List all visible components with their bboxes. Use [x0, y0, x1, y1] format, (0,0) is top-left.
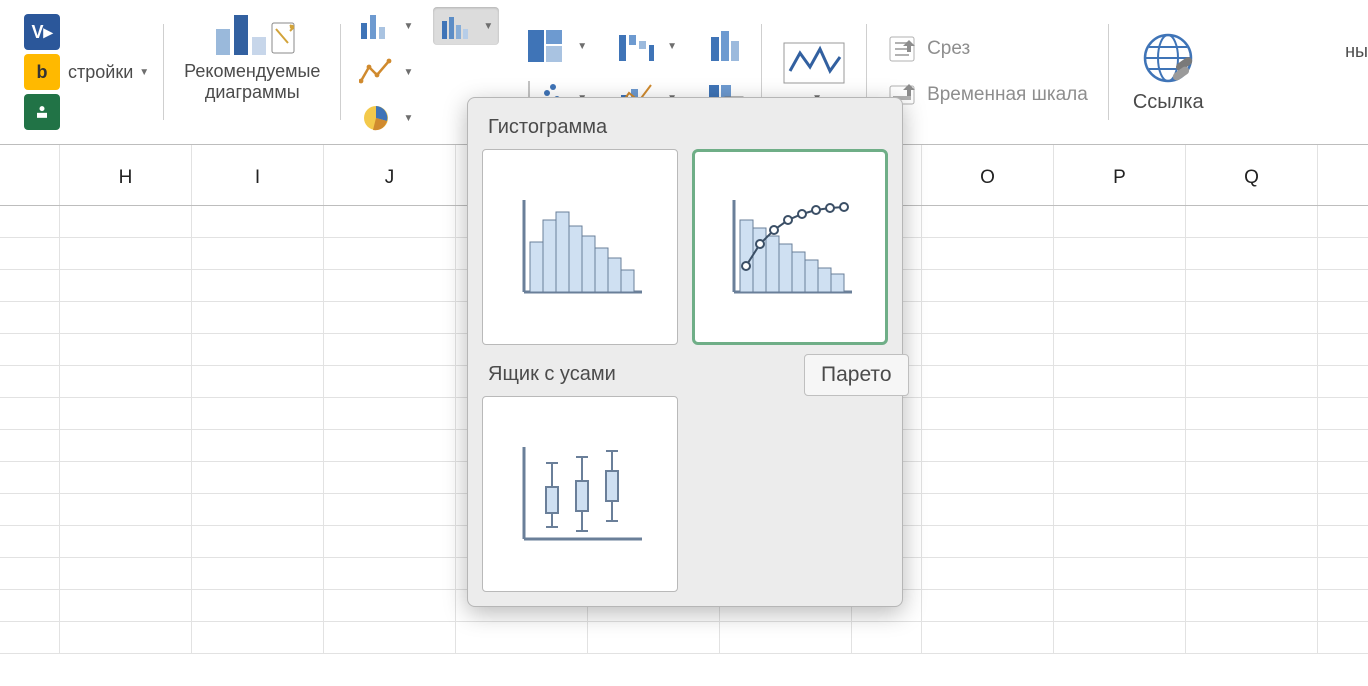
slicer-label: Срез	[927, 38, 970, 60]
statistic-chart-button[interactable]: ▼	[433, 7, 499, 45]
col-header[interactable]: Q	[1186, 145, 1318, 205]
slicer-button[interactable]: Срез	[887, 34, 1088, 64]
pareto-chart-option[interactable]	[692, 149, 888, 345]
pareto-tooltip: Парето	[804, 354, 909, 396]
people-addin-icon[interactable]	[24, 94, 60, 130]
line-chart-button[interactable]: ▼	[353, 53, 419, 91]
timeline-button[interactable]: Временная шкала	[887, 80, 1088, 110]
recommended-charts-button[interactable]: Рекомендуемые диаграммы	[164, 7, 340, 137]
hyperlink-label: Ссылка	[1133, 91, 1204, 114]
histogram-chart-option[interactable]	[482, 149, 678, 345]
bing-addin-icon[interactable]: b	[24, 54, 60, 90]
addins-group: V▸ b стройки▼	[10, 7, 163, 137]
col-header[interactable]: I	[192, 145, 324, 205]
col-header[interactable]: P	[1054, 145, 1186, 205]
waterfall-chart-button[interactable]: ▼	[615, 27, 677, 65]
column-chart-button[interactable]: ▼	[353, 7, 419, 45]
box-whisker-chart-option[interactable]	[482, 396, 678, 592]
sparklines-label-partial: ны	[1345, 41, 1368, 62]
col-header[interactable]	[0, 145, 60, 205]
addins-label[interactable]: стройки▼	[68, 62, 149, 83]
col-header[interactable]: O	[922, 145, 1054, 205]
hierarchy-chart-button[interactable]: ▼	[525, 27, 587, 65]
hyperlink-button[interactable]: Ссылка	[1109, 31, 1228, 114]
map-chart-button[interactable]	[705, 27, 747, 65]
sparklines-button[interactable]: ▼ ны	[762, 41, 866, 104]
recommended-charts-label: Рекомендуемые диаграммы	[184, 61, 320, 102]
col-header[interactable]: J	[324, 145, 456, 205]
box-whisker-icon	[510, 439, 650, 549]
histogram-icon	[510, 192, 650, 302]
statistic-chart-dropdown: Гистограмма	[467, 97, 903, 607]
visio-addin-icon[interactable]: V▸	[24, 14, 60, 50]
pareto-icon	[720, 192, 860, 302]
filters-group: Срез Временная шкала	[867, 34, 1108, 110]
pie-chart-button[interactable]: ▼	[353, 99, 419, 137]
col-header[interactable]: H	[60, 145, 192, 205]
timeline-label: Временная шкала	[927, 84, 1088, 106]
histogram-section-title: Гистограмма	[468, 98, 902, 149]
